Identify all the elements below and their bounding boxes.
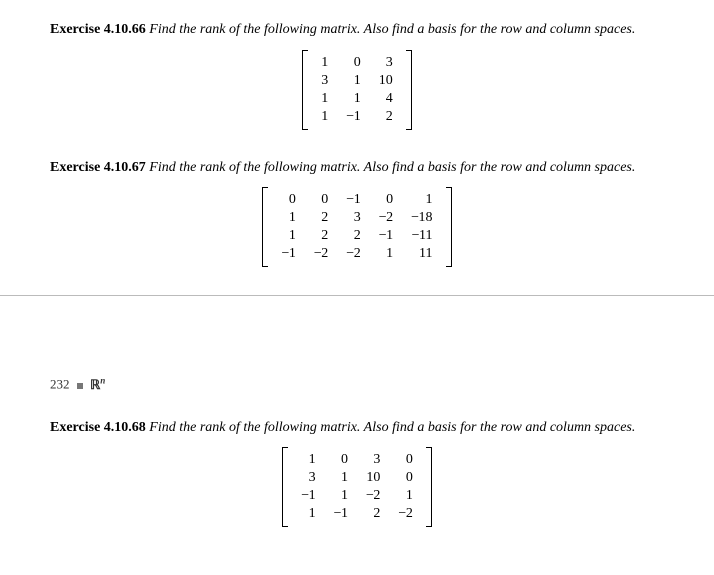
matrix-row: 1−12 — [312, 108, 401, 126]
matrix-cell: 0 — [272, 191, 304, 209]
matrix-cell: 11 — [402, 245, 441, 263]
matrix-table: 00−101123−2−18122−1−11−1−2−2111 — [272, 191, 441, 263]
matrix-cell: 0 — [389, 469, 421, 487]
matrix-cell: 1 — [312, 90, 337, 108]
matrix-cell: 1 — [389, 487, 421, 505]
exercise-4-10-67: Exercise 4.10.67 Find the rank of the fo… — [50, 158, 664, 268]
exercise-4-10-68: Exercise 4.10.68 Find the rank of the fo… — [50, 418, 664, 528]
matrix-cell: 3 — [357, 451, 389, 469]
matrix-cell: −2 — [370, 209, 402, 227]
matrix-cell: 3 — [292, 469, 324, 487]
matrix-row: 00−101 — [272, 191, 441, 209]
exercise-prompt: Find the rank of the following matrix. A… — [149, 420, 635, 435]
matrix-cell: −2 — [305, 245, 337, 263]
exercise-4-10-66: Exercise 4.10.66 Find the rank of the fo… — [50, 20, 664, 130]
matrix-cell: 2 — [305, 227, 337, 245]
exercise-label: Exercise 4.10.66 — [50, 22, 146, 37]
matrix-cell: 0 — [370, 191, 402, 209]
page-number: 232 — [50, 377, 70, 392]
matrix-container: 103031100−11−211−12−2 — [50, 447, 664, 527]
bracket-left-icon — [282, 447, 288, 527]
exercise-label: Exercise 4.10.68 — [50, 420, 146, 435]
exercise-heading: Exercise 4.10.68 Find the rank of the fo… — [50, 418, 664, 438]
matrix-67: 00−101123−2−18122−1−11−1−2−2111 — [262, 187, 451, 267]
matrix-cell: −2 — [337, 245, 369, 263]
matrix-cell: −1 — [272, 245, 304, 263]
matrix-68: 103031100−11−211−12−2 — [282, 447, 432, 527]
matrix-cell: −2 — [357, 487, 389, 505]
matrix-cell: 10 — [357, 469, 389, 487]
matrix-cell: −1 — [292, 487, 324, 505]
matrix-cell: 1 — [312, 54, 337, 72]
matrix-cell: 1 — [272, 209, 304, 227]
matrix-cell: 2 — [357, 505, 389, 523]
matrix-cell: 10 — [370, 72, 402, 90]
matrix-row: 3110 — [312, 72, 401, 90]
matrix-cell: 1 — [325, 469, 357, 487]
matrix-66: 10331101141−12 — [302, 50, 411, 130]
exercise-prompt: Find the rank of the following matrix. A… — [149, 22, 635, 37]
matrix-cell: 1 — [272, 227, 304, 245]
bracket-right-icon — [446, 187, 452, 267]
matrix-cell: 3 — [312, 72, 337, 90]
matrix-cell: −1 — [370, 227, 402, 245]
matrix-cell: 3 — [370, 54, 402, 72]
matrix-row: 103 — [312, 54, 401, 72]
matrix-row: 1030 — [292, 451, 422, 469]
matrix-container: 10331101141−12 — [50, 50, 664, 130]
matrix-cell: 1 — [325, 487, 357, 505]
matrix-cell: −1 — [337, 191, 369, 209]
exercise-heading: Exercise 4.10.67 Find the rank of the fo… — [50, 158, 664, 178]
matrix-cell: 1 — [402, 191, 441, 209]
matrix-cell: 0 — [325, 451, 357, 469]
matrix-row: −1−2−2111 — [272, 245, 441, 263]
matrix-cell: −1 — [325, 505, 357, 523]
exercise-heading: Exercise 4.10.66 Find the rank of the fo… — [50, 20, 664, 40]
matrix-cell: 3 — [337, 209, 369, 227]
matrix-row: 122−1−11 — [272, 227, 441, 245]
matrix-cell: 2 — [370, 108, 402, 126]
matrix-row: −11−21 — [292, 487, 422, 505]
square-bullet-icon — [77, 383, 83, 389]
matrix-cell: −18 — [402, 209, 441, 227]
bracket-left-icon — [262, 187, 268, 267]
matrix-row: 31100 — [292, 469, 422, 487]
matrix-cell: 1 — [292, 505, 324, 523]
bracket-right-icon — [406, 50, 412, 130]
matrix-cell: 0 — [305, 191, 337, 209]
bracket-left-icon — [302, 50, 308, 130]
matrix-table: 10331101141−12 — [312, 54, 401, 126]
page-break — [0, 295, 714, 375]
matrix-row: 114 — [312, 90, 401, 108]
matrix-cell: 1 — [370, 245, 402, 263]
matrix-cell: 1 — [337, 90, 369, 108]
matrix-cell: 2 — [305, 209, 337, 227]
section-symbol: ℝn — [90, 377, 105, 392]
matrix-cell: 0 — [389, 451, 421, 469]
matrix-cell: 1 — [292, 451, 324, 469]
exercise-prompt: Find the rank of the following matrix. A… — [149, 160, 635, 175]
exercise-label: Exercise 4.10.67 — [50, 160, 146, 175]
matrix-cell: 0 — [337, 54, 369, 72]
matrix-row: 1−12−2 — [292, 505, 422, 523]
matrix-cell: 4 — [370, 90, 402, 108]
matrix-cell: 2 — [337, 227, 369, 245]
matrix-container: 00−101123−2−18122−1−11−1−2−2111 — [50, 187, 664, 267]
matrix-cell: −1 — [337, 108, 369, 126]
matrix-cell: −2 — [389, 505, 421, 523]
matrix-cell: 1 — [337, 72, 369, 90]
matrix-cell: −11 — [402, 227, 441, 245]
matrix-table: 103031100−11−211−12−2 — [292, 451, 422, 523]
bracket-right-icon — [426, 447, 432, 527]
matrix-cell: 1 — [312, 108, 337, 126]
page-header: 232 ℝn — [50, 375, 664, 392]
matrix-row: 123−2−18 — [272, 209, 441, 227]
